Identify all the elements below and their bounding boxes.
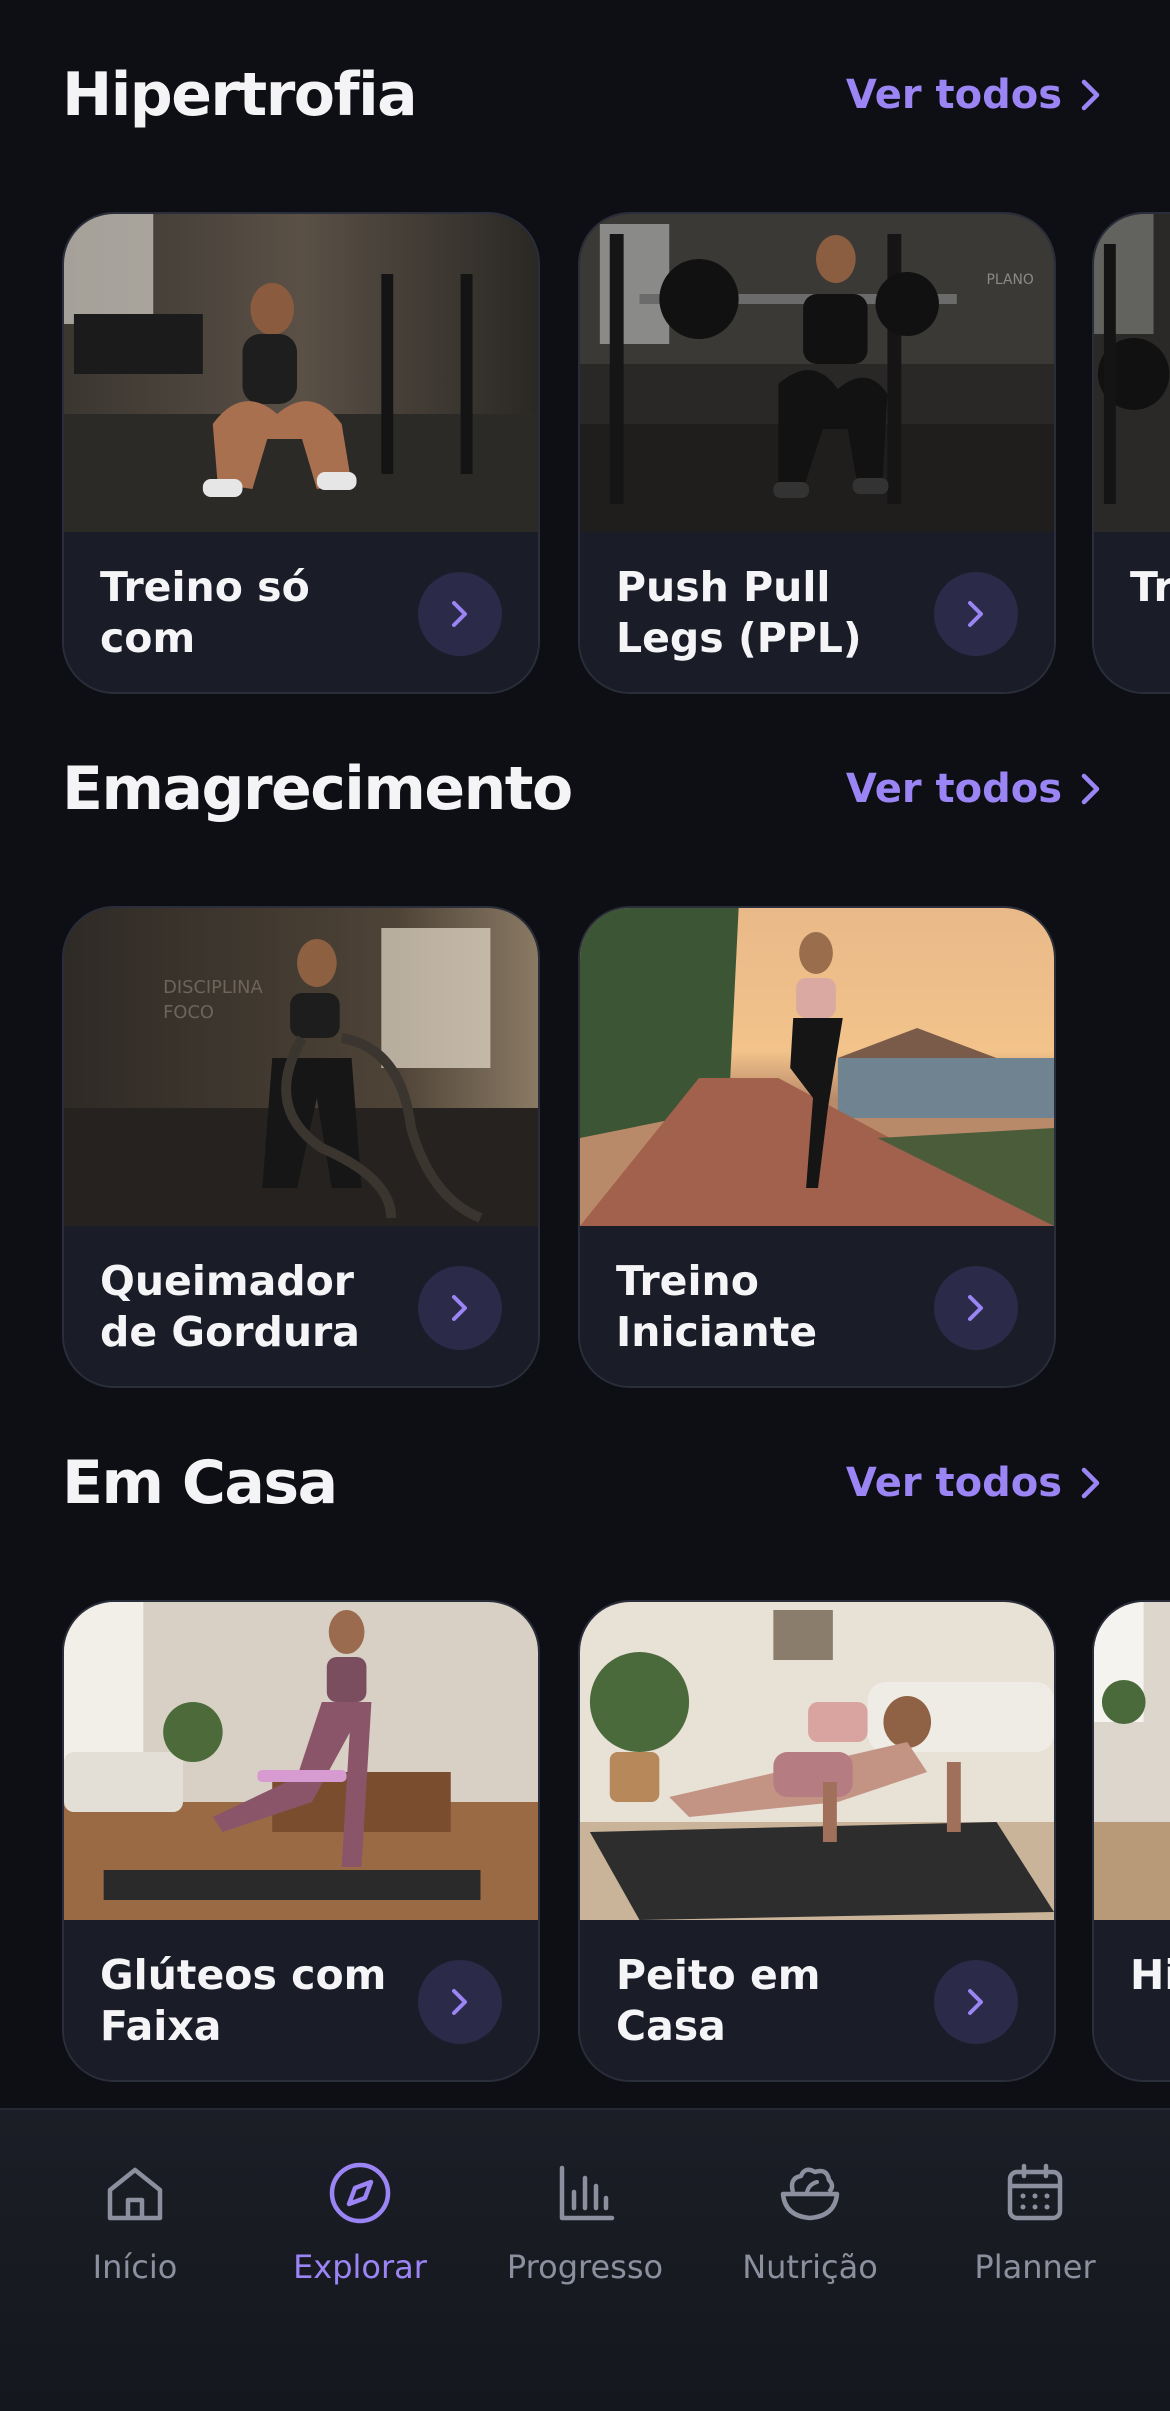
open-button[interactable]	[418, 1266, 502, 1350]
workout-card[interactable]: Treino Iniciante de...	[578, 906, 1056, 1388]
workout-card[interactable]: Treino só com Halteres	[62, 212, 540, 694]
see-all-link[interactable]: Ver todos	[846, 766, 1102, 812]
open-button[interactable]	[934, 1960, 1018, 2044]
chevron-right-icon	[452, 1989, 467, 2015]
section-hipertrofia: Hipertrofia Ver todos Treino só com PLAN…	[0, 42, 1170, 722]
nav-progresso[interactable]: Progresso	[475, 2158, 695, 2308]
section-em-casa: Em Casa Ver todos Glúteos com Faixa Peit…	[0, 1430, 1170, 2110]
salad-bowl-icon	[780, 2167, 840, 2221]
chevron-right-icon	[968, 1295, 983, 1321]
chevron-right-icon	[1081, 1467, 1100, 1499]
card-title: Peito em Casa	[616, 1951, 821, 2050]
section-header: Em Casa Ver todos	[0, 1430, 1170, 1530]
workout-card[interactable]: Hi… In…	[1092, 1600, 1170, 2082]
nav-label: Planner	[974, 2248, 1096, 2286]
workout-photo	[64, 1602, 538, 1920]
see-all-label: Ver todos	[845, 72, 1062, 118]
workout-card[interactable]: Peito em Casa	[578, 1600, 1056, 2082]
open-button[interactable]	[418, 1960, 502, 2044]
card-title: Push Pull Legs (PPL)	[616, 563, 862, 662]
card-info: Push Pull Legs (PPL)	[580, 532, 1054, 692]
card-carousel[interactable]: Treino só com Halteres	[0, 212, 1170, 694]
chevron-right-icon	[968, 1989, 983, 2015]
card-info: Glúteos com Faixa	[64, 1920, 538, 2080]
bottom-nav: Início Explorar Progresso Nutrição Plann…	[0, 2108, 1170, 2411]
workout-card[interactable]: DISCIPLINA FOCO Queimador de Gordura	[62, 906, 540, 1388]
workout-photo	[64, 214, 538, 532]
card-info: Peito em Casa	[580, 1920, 1054, 2080]
nav-inicio[interactable]: Início	[25, 2158, 245, 2308]
open-button[interactable]	[934, 572, 1018, 656]
workout-card[interactable]: Glúteos com Faixa	[62, 1600, 540, 2082]
nav-label: Explorar	[293, 2248, 427, 2286]
card-title: Treino só com Halteres	[100, 563, 310, 662]
bar-chart-icon	[559, 2165, 615, 2221]
workout-card[interactable]: Tr… Ga…	[1092, 212, 1170, 694]
nav-explorar[interactable]: Explorar	[250, 2158, 470, 2308]
home-icon	[107, 2167, 163, 2221]
chevron-right-icon	[1081, 773, 1100, 805]
card-info: Queimador de Gordura	[64, 1226, 538, 1386]
svg-text:PLANO: PLANO	[987, 272, 1034, 288]
calendar-icon	[1007, 2163, 1063, 2221]
section-header: Emagrecimento Ver todos	[0, 736, 1170, 836]
svg-text:FOCO: FOCO	[163, 1002, 214, 1023]
nav-planner[interactable]: Planner	[925, 2158, 1145, 2308]
card-title: Hi… In…	[1130, 1951, 1170, 1999]
card-title: Tr… Ga…	[1130, 563, 1170, 611]
workout-photo	[580, 908, 1054, 1226]
section-title: Em Casa	[62, 1448, 338, 1518]
section-title: Hipertrofia	[62, 60, 418, 130]
section-title: Emagrecimento	[62, 754, 573, 824]
card-title: Queimador de Gordura	[100, 1257, 360, 1356]
chevron-right-icon	[1081, 79, 1100, 111]
compass-icon	[329, 2162, 391, 2224]
card-info: Treino só com Halteres	[64, 532, 538, 692]
workout-photo: DISCIPLINA FOCO	[64, 908, 538, 1226]
nav-label: Nutrição	[742, 2248, 878, 2286]
see-all-link[interactable]: Ver todos	[846, 72, 1102, 118]
open-button[interactable]	[418, 572, 502, 656]
card-info: Hi… In…	[1094, 1920, 1170, 2080]
see-all-label: Ver todos	[845, 1460, 1062, 1506]
chevron-right-icon	[968, 601, 983, 627]
card-title: Treino Iniciante de...	[616, 1257, 818, 1356]
workout-photo	[580, 1602, 1054, 1920]
open-button[interactable]	[934, 1266, 1018, 1350]
nav-nutricao[interactable]: Nutrição	[700, 2158, 920, 2308]
workout-card[interactable]: PLANO Push Pull Legs (PPL)	[578, 212, 1056, 694]
see-all-label: Ver todos	[845, 766, 1062, 812]
workout-photo: PLANO	[580, 214, 1054, 532]
card-carousel[interactable]: DISCIPLINA FOCO Queimador de Gordura Tre…	[0, 906, 1170, 1388]
explore-screen: Hipertrofia Ver todos Treino só com PLAN…	[0, 0, 1170, 2411]
workout-photo	[1094, 214, 1170, 532]
see-all-link[interactable]: Ver todos	[846, 1460, 1102, 1506]
card-carousel[interactable]: Glúteos com Faixa Peito em Casa H	[0, 1600, 1170, 2082]
nav-label: Início	[92, 2248, 178, 2286]
card-info: Treino Iniciante de...	[580, 1226, 1054, 1386]
section-header: Hipertrofia Ver todos	[0, 42, 1170, 142]
chevron-right-icon	[452, 1295, 467, 1321]
section-emagrecimento: Emagrecimento Ver todos DISCIPLINA FOCO …	[0, 736, 1170, 1416]
chevron-right-icon	[452, 601, 467, 627]
svg-text:DISCIPLINA: DISCIPLINA	[163, 977, 263, 998]
card-info: Tr… Ga…	[1094, 532, 1170, 692]
nav-label: Progresso	[506, 2248, 664, 2286]
workout-photo	[1094, 1602, 1170, 1920]
card-title: Glúteos com Faixa	[100, 1951, 387, 2050]
